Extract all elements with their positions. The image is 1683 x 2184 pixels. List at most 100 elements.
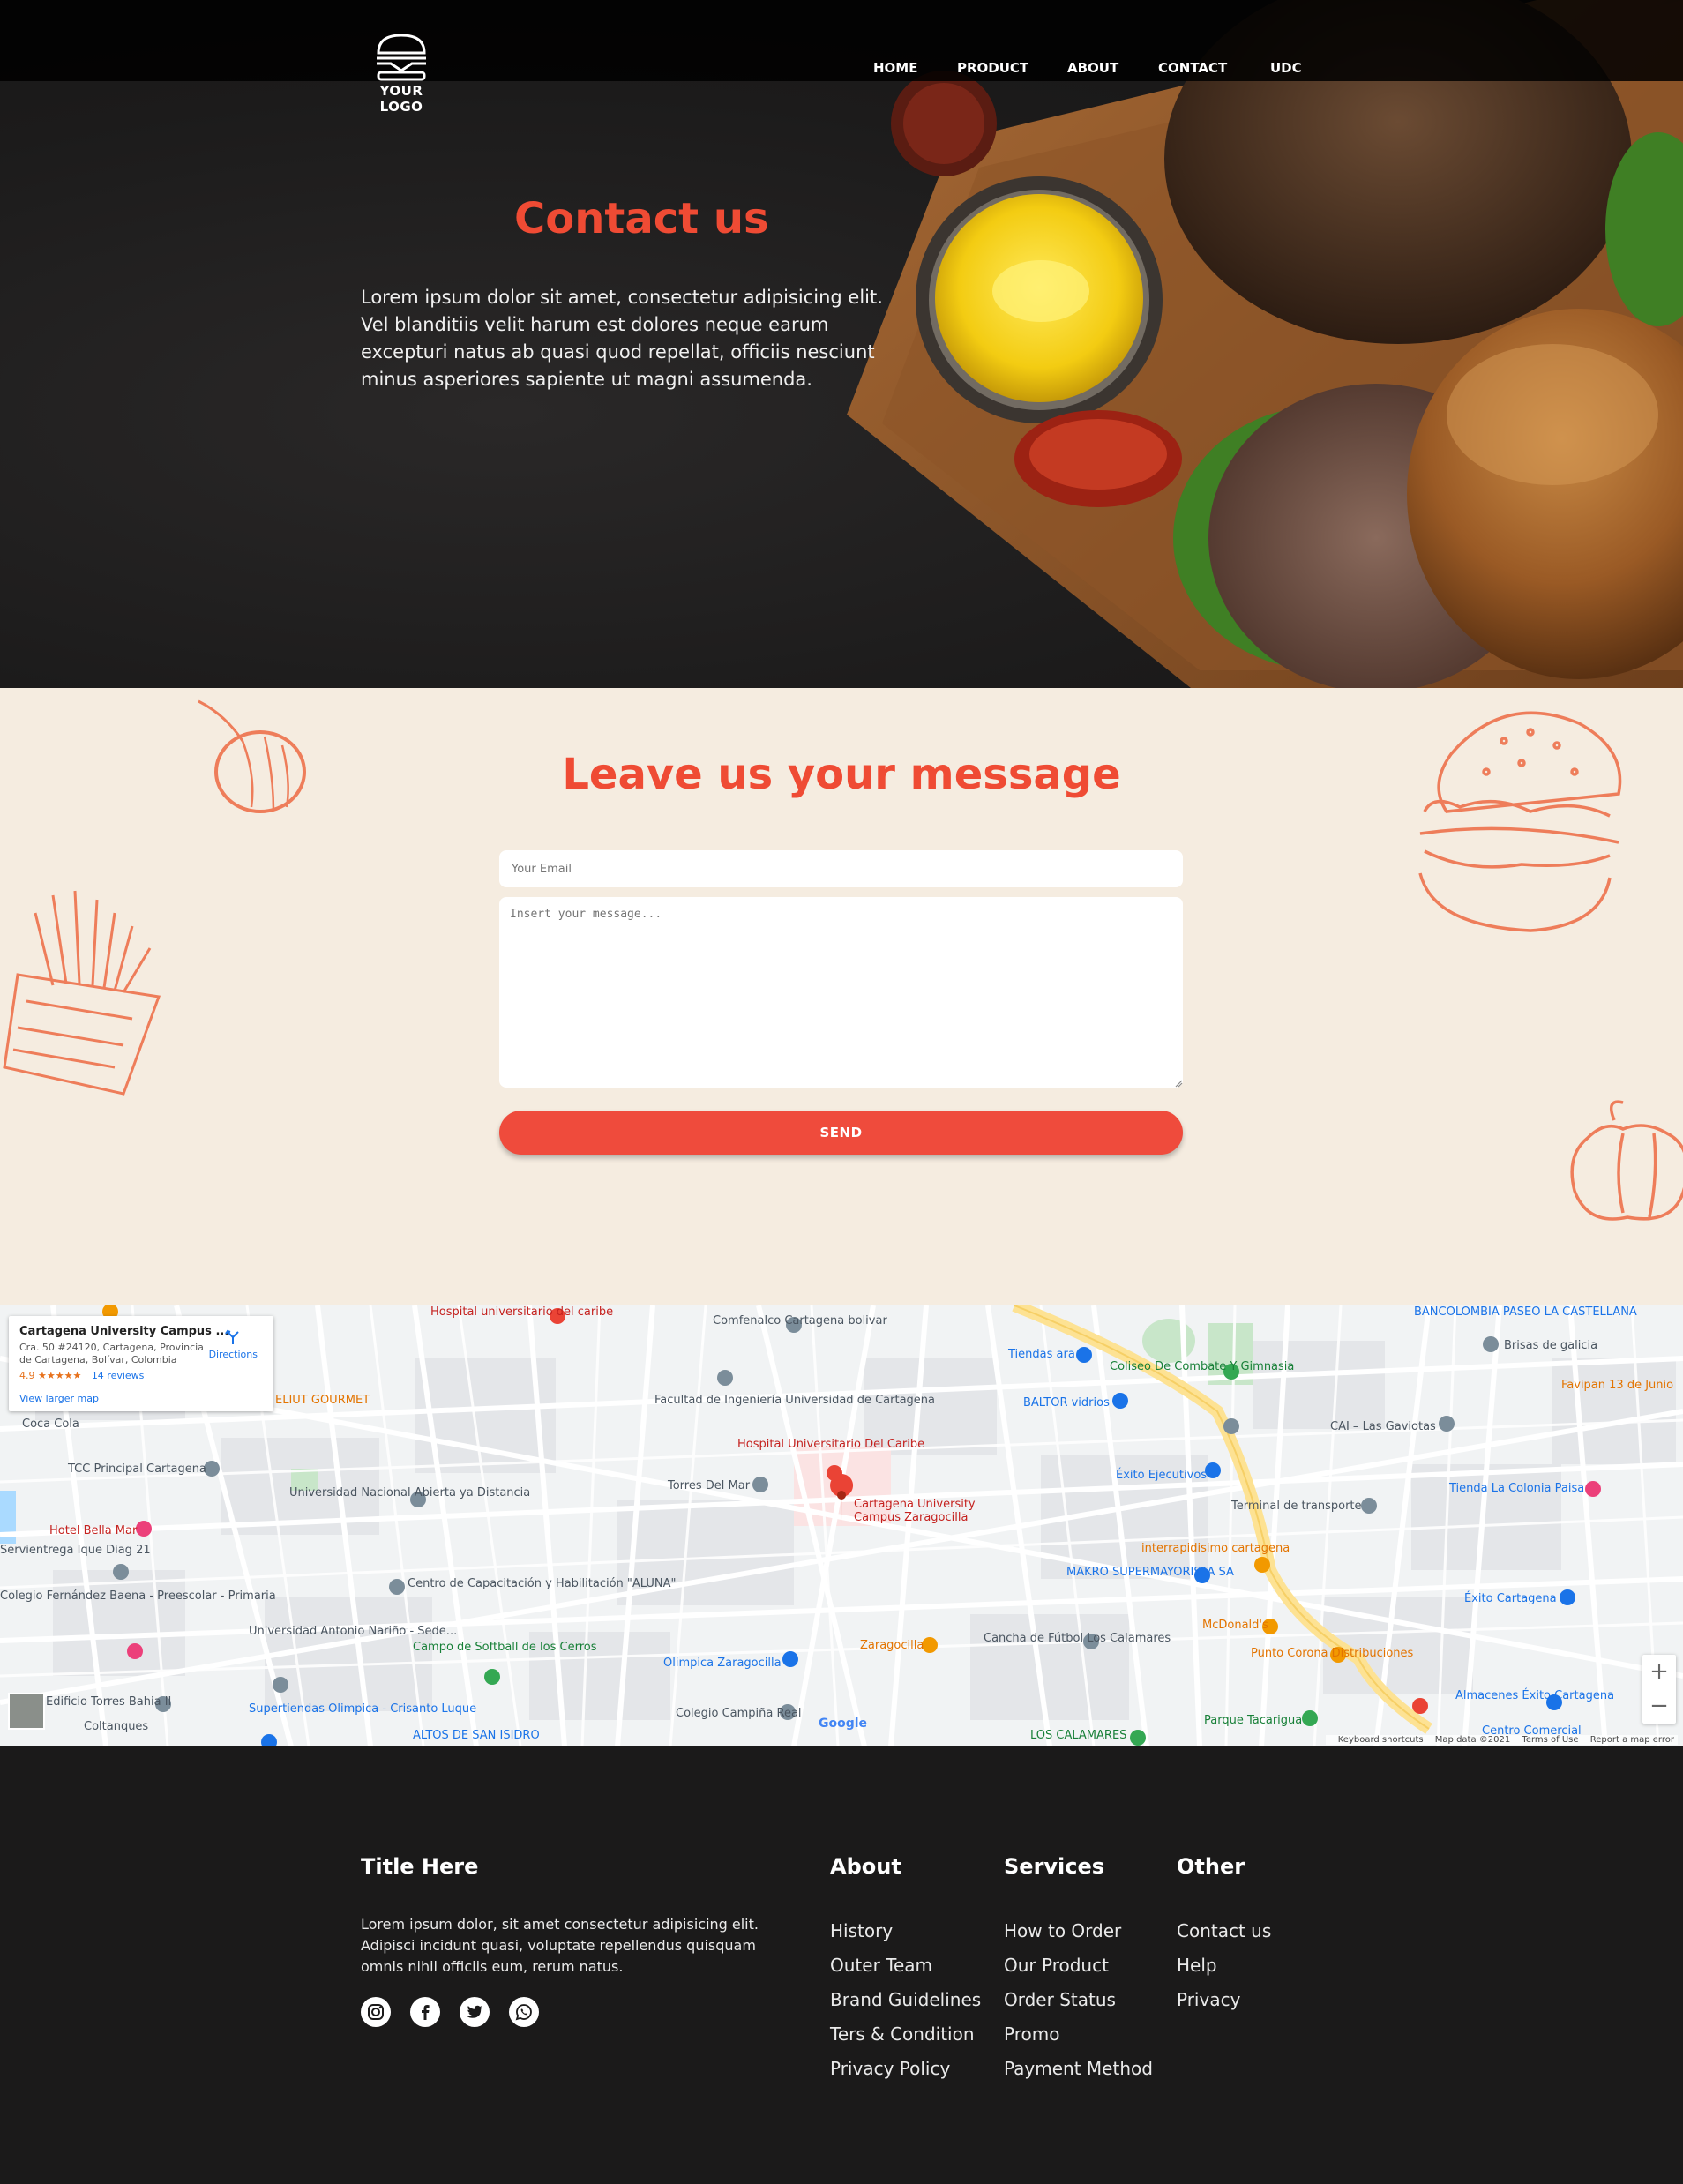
footer-link-how-to-order[interactable]: How to Order	[1004, 1914, 1153, 1948]
map-label: BALTOR vidrios	[1023, 1396, 1110, 1410]
map-label: Almacenes Éxito Cartagena	[1455, 1689, 1615, 1702]
map-label: McDonald's	[1202, 1619, 1268, 1632]
map-label: Parque Tacarigua	[1204, 1714, 1303, 1727]
logo-text: YOUR LOGO	[379, 83, 423, 115]
map-label: Tiendas ara	[1008, 1348, 1075, 1361]
map-label: Torres Del Mar	[668, 1479, 751, 1492]
footer-link-history[interactable]: History	[830, 1914, 981, 1948]
nav-udc[interactable]: UDC	[1270, 60, 1302, 76]
directions-label: Directions	[208, 1349, 258, 1360]
view-larger-map-link[interactable]: View larger map	[19, 1393, 99, 1404]
footer-link-outer-team[interactable]: Outer Team	[830, 1948, 981, 1983]
terms-link[interactable]: Terms of Use	[1522, 1735, 1578, 1745]
map-label: Éxito Cartagena	[1464, 1592, 1557, 1605]
map-label: Hotel Bella Mar	[49, 1524, 138, 1537]
map-label: TCC Principal Cartagena	[68, 1462, 206, 1476]
burger-logo-icon	[377, 34, 426, 81]
map-label: LOS CALAMARES	[1030, 1729, 1127, 1742]
footer-link-terms[interactable]: Ters & Condition	[830, 2017, 981, 2052]
burger-sketch-icon	[1418, 711, 1622, 932]
keyboard-shortcuts-link[interactable]: Keyboard shortcuts	[1338, 1735, 1424, 1745]
map-label: ELIUT GOURMET	[275, 1394, 370, 1407]
footer-link-privacy[interactable]: Privacy	[1177, 1983, 1271, 2017]
map-label: Zaragocilla	[860, 1639, 924, 1652]
fries-sketch-icon	[3, 890, 161, 1096]
social-links	[361, 1997, 558, 2027]
rating-stars: ★★★★★	[38, 1370, 82, 1381]
footer-link-promo[interactable]: Promo	[1004, 2017, 1153, 2052]
page-title: Contact us	[514, 194, 769, 243]
footer-link-help[interactable]: Help	[1177, 1948, 1271, 1983]
map-label: Servientrega Ique Diag 21	[0, 1544, 151, 1557]
twitter-icon[interactable]	[460, 1997, 490, 2027]
map-label: Colegio Campiña Real	[676, 1707, 802, 1720]
footer-about-links: History Outer Team Brand Guidelines Ters…	[830, 1914, 981, 2086]
rating-value: 4.9	[19, 1370, 35, 1381]
whatsapp-icon[interactable]	[509, 1997, 539, 2027]
map-label: Brisas de galicia	[1504, 1339, 1598, 1352]
facebook-icon[interactable]	[410, 1997, 440, 2027]
report-error-link[interactable]: Report a map error	[1590, 1735, 1674, 1745]
place-card: Cartagena University Campus ... Cra. 50 …	[9, 1316, 273, 1411]
footer-link-contact-us[interactable]: Contact us	[1177, 1914, 1271, 1948]
hero-description: Lorem ipsum dolor sit amet, consectetur …	[361, 287, 883, 390]
directions-button[interactable]: Directions	[209, 1328, 258, 1360]
footer-link-our-product[interactable]: Our Product	[1004, 1948, 1153, 1983]
place-rating: 4.9 ★★★★★ 14 reviews	[19, 1370, 263, 1381]
footer-link-payment-method[interactable]: Payment Method	[1004, 2052, 1153, 2086]
message-field[interactable]	[499, 897, 1183, 1088]
map-label: Colegio Fernández Baena - Preescolar - P…	[0, 1589, 276, 1603]
send-button[interactable]: SEND	[499, 1111, 1183, 1155]
map-label: Hospital universitario del caribe	[430, 1305, 614, 1319]
map-label: Edificio Torres Bahia II	[46, 1695, 172, 1709]
email-field[interactable]	[499, 850, 1183, 887]
footer-about-title: About	[830, 1854, 901, 1879]
footer-description: Lorem ipsum dolor, sit amet consectetur …	[361, 1916, 759, 1975]
footer-services-links: How to Order Our Product Order Status Pr…	[1004, 1914, 1153, 2086]
zoom-controls: + −	[1642, 1655, 1676, 1724]
map-label: Olimpica Zaragocilla	[663, 1657, 782, 1670]
map-label: BANCOLOMBIA PASEO LA CASTELLANA	[1414, 1305, 1637, 1319]
footer-link-brand-guidelines[interactable]: Brand Guidelines	[830, 1983, 981, 2017]
footer-link-privacy-policy[interactable]: Privacy Policy	[830, 2052, 981, 2086]
form-title: Leave us your message	[562, 750, 1121, 799]
map-label: interrapidisimo cartagena	[1141, 1542, 1290, 1555]
nav-home[interactable]: HOME	[873, 60, 917, 76]
map-label: Punto Corona Distribuciones	[1251, 1647, 1414, 1660]
footer-link-order-status[interactable]: Order Status	[1004, 1983, 1153, 2017]
map-label: Terminal de transporte	[1231, 1500, 1362, 1513]
place-address: Cra. 50 #24120, Cartagena, Provincia de …	[19, 1342, 204, 1365]
nav-about[interactable]: ABOUT	[1067, 60, 1118, 76]
pin-label-line: Cartagena University	[854, 1498, 976, 1511]
google-logo: Google	[819, 1717, 868, 1731]
logo[interactable]: YOUR LOGO	[357, 32, 445, 115]
map-label: Universidad Nacional Abierta ya Distanci…	[289, 1486, 531, 1500]
map-label: Cancha de Fútbol Los Calamares	[984, 1632, 1171, 1645]
footer-title: Title Here	[361, 1854, 479, 1879]
resize-handle-icon[interactable]	[1174, 1079, 1183, 1088]
contact-form-section: Leave us your message SEND	[0, 688, 1683, 1305]
map-label: Favipan 13 de Junio	[1561, 1379, 1674, 1392]
map-label: Facultad de Ingeniería Universidad de Ca…	[654, 1394, 935, 1407]
map-label: Tienda La Colonia Paisa	[1449, 1482, 1585, 1495]
nav-contact[interactable]: CONTACT	[1158, 60, 1227, 76]
map-label: Comfenalco Cartagena bolivar	[713, 1314, 887, 1328]
zoom-out-button[interactable]: −	[1642, 1689, 1676, 1724]
footer-other-links: Contact us Help Privacy	[1177, 1914, 1271, 2017]
nav-product[interactable]: PRODUCT	[957, 60, 1028, 76]
map-label: Coltanques	[84, 1720, 149, 1733]
map-embed[interactable]: Hospital universitario del caribe Comfen…	[0, 1305, 1683, 1746]
map-label: Supertiendas Olimpica - Crisanto Luque	[249, 1702, 477, 1716]
map-label: Coca Cola	[22, 1417, 79, 1431]
directions-icon	[225, 1329, 239, 1344]
map-data-text: Map data ©2021	[1434, 1735, 1511, 1745]
footer: Title Here Lorem ipsum dolor, sit amet c…	[0, 1746, 1683, 2184]
map-label: MAKRO SUPERMAYORISTA SA	[1066, 1566, 1234, 1579]
reviews-link[interactable]: 14 reviews	[92, 1370, 145, 1381]
pin-label-line: Campus Zaragocilla	[854, 1511, 969, 1524]
pepper-sketch-icon	[1570, 1100, 1683, 1221]
map-label: Hospital Universitario Del Caribe	[737, 1438, 925, 1451]
footer-services-title: Services	[1004, 1854, 1105, 1879]
instagram-icon[interactable]	[361, 1997, 391, 2027]
zoom-in-button[interactable]: +	[1642, 1655, 1676, 1689]
